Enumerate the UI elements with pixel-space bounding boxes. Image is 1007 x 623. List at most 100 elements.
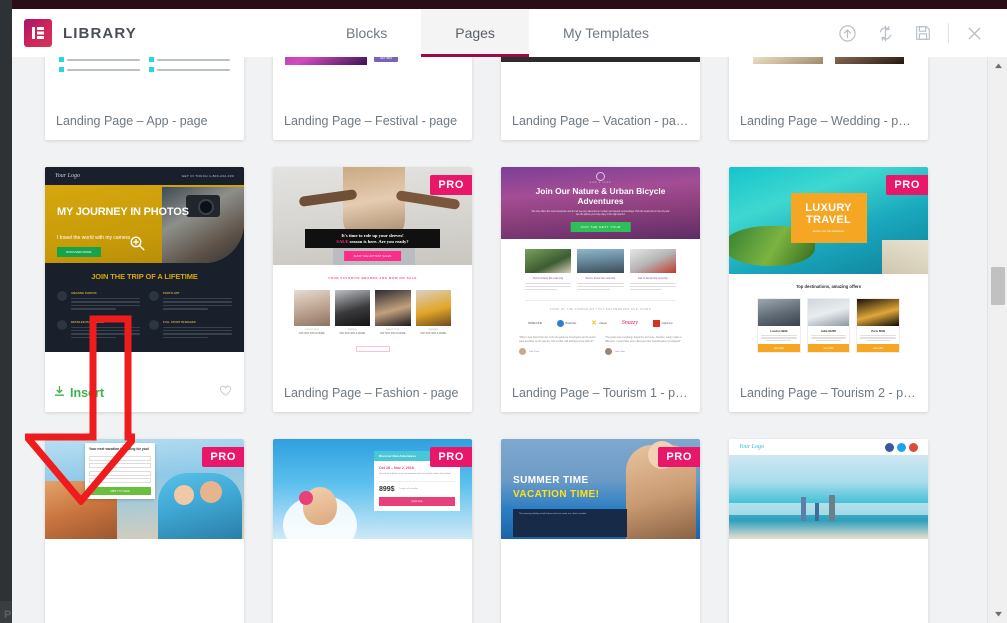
offer-title: Paris $699: [871, 329, 886, 333]
library-body[interactable]: DOWNLOAD NOW The Ultimate Features: [12, 57, 987, 623]
template-card-title: Landing Page – App - page: [56, 114, 208, 128]
template-card-title: Landing Page – Wedding - page: [740, 114, 920, 128]
template-thumbnail: Lorena & Steven OCTOBER 17, 2017 THE BRI…: [729, 57, 928, 103]
thumb-cta: book now: [379, 497, 455, 507]
summer-line1: SUMMER TIME: [513, 475, 589, 486]
thumb-cta: SHOP THE HOTTEST SALES: [343, 251, 402, 261]
feature-label: FULL STORY IN IMAGES: [163, 319, 196, 324]
scroll-down-arrow-icon[interactable]: [988, 605, 1007, 623]
thumb-price-note: 7 nights all included: [398, 488, 418, 491]
template-card-title: Landing Page – Festival - page: [284, 114, 458, 128]
library-header: LIBRARY Blocks Pages My Templates: [12, 9, 1007, 57]
thumb-logo: Your Logo: [55, 173, 80, 179]
elementor-logo-icon: [24, 19, 52, 47]
template-thumbnail: BIKE & TOUR Join Our Nature & Urban Bicy…: [501, 167, 700, 375]
template-card-summer[interactable]: PRO SUMMER TIME VACATION TIME! The amazi…: [501, 439, 700, 623]
banner-sale: SALE: [336, 239, 349, 244]
template-card-tourism-1[interactable]: BIKE & TOUR Join Our Nature & Urban Bicy…: [501, 167, 700, 412]
template-card-wedding[interactable]: Lorena & Steven OCTOBER 17, 2017 THE BRI…: [729, 57, 928, 140]
thumb-cta: APPLY TO SAVE: [89, 487, 151, 496]
template-card-vacation[interactable]: Take advantage of our end of the year tr…: [501, 57, 700, 140]
thumb-contact: GET IN TOUCH 1-800-222-333: [181, 174, 234, 178]
thumb-section-title: JOIN THE TRIP OF A LIFETIME: [91, 272, 198, 281]
template-thumbnail: PRO Discover New Adventures Oct 28 – Nov…: [273, 439, 472, 623]
backdrop-left-strip: [0, 0, 12, 623]
thumb-hero-sub: I travel the world with my camera: [57, 235, 131, 241]
thumb-section-title: Top destinations, amazing offers: [795, 284, 862, 289]
template-grid: DOWNLOAD NOW The Ultimate Features: [12, 57, 987, 623]
template-thumbnail: Take advantage of our end of the year tr…: [501, 57, 700, 103]
tab-blocks-label: Blocks: [346, 25, 388, 41]
tour-card-title: Get to know the real city: [585, 277, 616, 280]
insert-button-label: Insert: [70, 386, 105, 400]
template-thumbnail: LUXURY TRAVEL Explore over 100 destinati…: [729, 167, 928, 375]
template-thumbnail: PRO Your next vacation is waiting for yo…: [45, 439, 244, 623]
template-thumbnail: DOWNLOAD NOW The Ultimate Features: [45, 57, 244, 103]
twitter-icon: [897, 442, 906, 452]
template-card-beach-family[interactable]: Your Logo: [729, 439, 928, 623]
banner-line1: It's time to role up your sleeves!: [341, 233, 404, 238]
feature-label: PHOTO ART: [163, 291, 180, 295]
pro-badge: PRO: [430, 175, 472, 195]
library-title: LIBRARY: [63, 24, 137, 42]
template-card-adventure[interactable]: PRO Discover New Adventures Oct 28 – Nov…: [273, 439, 472, 623]
pro-badge: PRO: [658, 447, 700, 467]
header-actions: [828, 9, 1007, 57]
offer-title: India $1285: [820, 329, 837, 333]
tour-card-title: Get to know the real city: [533, 277, 564, 280]
thumb-cta: JOIN THE NEXT TOUR: [570, 222, 631, 232]
facebook-icon: [885, 442, 894, 452]
template-thumbnail: Your Logo: [729, 439, 928, 623]
tab-pages-label: Pages: [455, 25, 495, 41]
template-card-title: Landing Page – Vacation - page: [512, 114, 690, 128]
template-card-title: Landing Page – Tourism 2 - page: [740, 386, 924, 400]
vertical-scrollbar[interactable]: [987, 57, 1007, 623]
brands-title: SOME OF THE COMPANIES THAT RECOMMENDS OU…: [549, 309, 652, 312]
thumb-hero-title: Join Our Nature & Urban Bicycle Adventur…: [535, 186, 666, 207]
tab-pages[interactable]: Pages: [421, 9, 529, 57]
offer-cta: view offer: [807, 344, 850, 353]
thumb-hero-cta: DISCOVER MORE: [57, 247, 101, 257]
feature-label: DETAILED PHOTO BLOG: [71, 319, 105, 324]
thumb-article-cta: GET INFO: [374, 57, 399, 62]
pro-badge: PRO: [430, 447, 472, 467]
template-card-photography[interactable]: Your Logo GET IN TOUCH 1-800-222-333 MY …: [45, 167, 244, 412]
template-card-app[interactable]: DOWNLOAD NOW The Ultimate Features: [45, 57, 244, 140]
tab-blocks[interactable]: Blocks: [312, 9, 421, 57]
library-brand: LIBRARY: [12, 9, 312, 57]
close-x-icon[interactable]: [955, 9, 993, 57]
offer-cta: view offer: [857, 344, 900, 353]
header-divider: [948, 23, 949, 43]
template-thumbnail: THE CELEBRATION OF A DECADE 21 DAYS 19 H…: [273, 57, 472, 103]
upload-circle-icon[interactable]: [828, 9, 866, 57]
insert-button[interactable]: Insert: [54, 386, 104, 400]
template-card-fashion[interactable]: PRO It's time to role up your sleeves! S…: [273, 167, 472, 412]
template-card-title: Landing Page – Fashion - page: [284, 386, 459, 400]
feature-label: AMAZING PHOTOS: [71, 291, 97, 295]
banner-line2: season is here. Are you ready?: [349, 239, 409, 244]
thumb-hero-title: MY JOURNEY IN PHOTOS: [57, 206, 189, 218]
thumb-subhead: YOUR FAVORITE BRANDS ARE NOW ON SALE: [328, 276, 417, 280]
pro-badge: PRO: [202, 447, 244, 467]
template-card-tourism-2[interactable]: PRO LUXURY TRAVEL Explore over 100 desti…: [729, 167, 928, 412]
template-thumbnail: PRO It's time to role up your sleeves! S…: [273, 167, 472, 375]
thumb-logo: Your Logo: [739, 444, 764, 450]
template-thumbnail: PRO SUMMER TIME VACATION TIME! The amazi…: [501, 439, 700, 623]
offer-cta: view offer: [758, 344, 800, 353]
thumb-headline: Your next vacation is waiting for you!: [89, 447, 150, 451]
template-card-footer: Insert: [45, 375, 244, 412]
summer-line2: VACATION TIME!: [513, 489, 600, 500]
template-card-festival[interactable]: THE CELEBRATION OF A DECADE 21 DAYS 19 H…: [273, 57, 472, 140]
sync-refresh-icon[interactable]: [866, 9, 904, 57]
template-card-travel-form[interactable]: PRO Your next vacation is waiting for yo…: [45, 439, 244, 623]
tab-my-templates[interactable]: My Templates: [529, 9, 683, 57]
save-floppy-icon[interactable]: [904, 9, 942, 57]
offer-title: London $999: [770, 329, 788, 333]
thumb-hero-title: LUXURY TRAVEL: [805, 202, 852, 226]
template-card-title: Landing Page – Tourism 1 - page: [512, 386, 696, 400]
scroll-up-arrow-icon[interactable]: [988, 57, 1007, 75]
vertical-scroll-thumb[interactable]: [991, 267, 1005, 305]
heart-outline-icon[interactable]: [218, 383, 233, 403]
tour-card-title: Get to know the real city: [637, 277, 668, 280]
thumb-price: 899$: [379, 486, 395, 494]
